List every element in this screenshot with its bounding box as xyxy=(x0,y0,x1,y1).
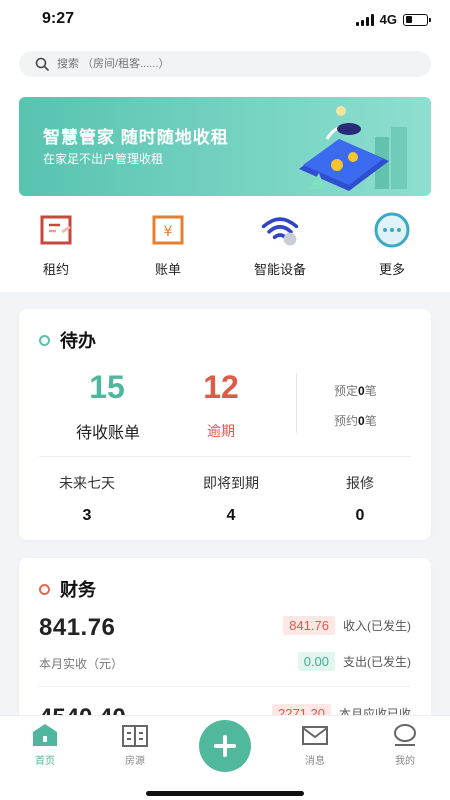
todo-header: 待办 xyxy=(39,327,96,353)
battery-icon xyxy=(403,13,431,26)
divider xyxy=(296,373,297,433)
overdue-label[interactable]: 逾期 xyxy=(181,421,261,441)
tab-profile[interactable]: 我的 xyxy=(375,722,435,767)
finance-card: 财务 841.76 本月实收（元） 841.76 收入(已发生) 0.00 支出… xyxy=(19,558,431,728)
finance-title: 财务 xyxy=(60,580,96,600)
more-icon xyxy=(374,212,410,248)
banner-title: 智慧管家 随时随地收租 xyxy=(43,128,229,147)
quick-action-smart-device[interactable]: 智能设备 xyxy=(224,210,336,284)
quick-action-label: 智能设备 xyxy=(253,262,306,277)
banner-subtitle: 在家足不出户管理收租 xyxy=(43,152,164,166)
quick-actions: 租约 ¥ 账单 智能设备 更多 xyxy=(0,210,450,284)
monthly-received-value: 841.76 xyxy=(39,614,116,641)
expense-label: 支出(已发生) xyxy=(343,655,411,669)
finance-ring-icon xyxy=(39,583,50,595)
search-input[interactable] xyxy=(57,58,397,70)
todo-title: 待办 xyxy=(60,331,96,351)
income-label: 收入(已发生) xyxy=(343,619,411,633)
booked-stat[interactable]: 预约0笔 xyxy=(334,412,377,429)
lease-icon xyxy=(40,215,72,245)
status-bar: 9:27 4G xyxy=(0,0,450,40)
wifi-icon xyxy=(261,217,299,246)
home-icon xyxy=(33,724,57,746)
todo-ring-icon xyxy=(39,334,50,346)
banner-illustration xyxy=(299,106,407,191)
stat-repairs[interactable]: 报修 0 xyxy=(300,473,420,525)
quick-action-label: 账单 xyxy=(154,262,181,277)
quick-action-more[interactable]: 更多 xyxy=(336,210,448,284)
promo-banner[interactable]: 智慧管家 随时随地收租 在家足不出户管理收租 xyxy=(19,97,431,196)
home-indicator xyxy=(146,791,304,796)
overdue-count[interactable]: 12 xyxy=(181,369,261,406)
stat-expiring-soon[interactable]: 即将到期 4 xyxy=(171,473,291,525)
income-row[interactable]: 841.76 收入(已发生) xyxy=(283,616,411,635)
finance-header: 财务 xyxy=(39,576,96,602)
tab-messages[interactable]: 消息 xyxy=(285,722,345,767)
expense-row[interactable]: 0.00 支出(已发生) xyxy=(297,652,411,671)
monthly-received-label: 本月实收（元） xyxy=(39,657,124,671)
plus-icon xyxy=(214,735,236,757)
network-type: 4G xyxy=(379,12,397,27)
income-value: 841.76 xyxy=(283,616,335,635)
mail-icon xyxy=(302,726,328,745)
quick-action-label: 更多 xyxy=(378,262,405,277)
expense-value: 0.00 xyxy=(297,652,335,671)
bottom-tab-bar: 首页 房源 消息 我的 xyxy=(0,715,450,800)
building-icon xyxy=(122,725,148,747)
stat-next-seven-days[interactable]: 未来七天 3 xyxy=(27,473,147,525)
search-bar[interactable] xyxy=(19,51,431,77)
pending-bills-count[interactable]: 15 xyxy=(67,369,147,406)
quick-action-label: 租约 xyxy=(42,262,69,277)
profile-icon xyxy=(394,724,416,746)
tab-listings[interactable]: 房源 xyxy=(105,722,165,767)
tab-home[interactable]: 首页 xyxy=(15,722,75,767)
reserved-stat[interactable]: 预定0笔 xyxy=(334,382,377,399)
search-icon xyxy=(35,57,49,71)
todo-card: 待办 15 待收账单 12 逾期 预定0笔 预约0笔 未来七天 3 即将到期 4… xyxy=(19,309,431,540)
divider xyxy=(39,456,411,457)
quick-action-bill[interactable]: ¥ 账单 xyxy=(112,210,224,284)
quick-action-lease[interactable]: 租约 xyxy=(0,210,112,284)
signal-icon xyxy=(355,13,374,26)
status-indicators: 4G xyxy=(355,12,431,27)
status-time: 9:27 xyxy=(42,10,75,27)
add-button[interactable] xyxy=(199,720,251,772)
svg-text:¥: ¥ xyxy=(164,224,173,240)
pending-bills-label[interactable]: 待收账单 xyxy=(48,419,168,443)
bill-icon: ¥ xyxy=(152,215,184,245)
divider xyxy=(39,686,411,687)
